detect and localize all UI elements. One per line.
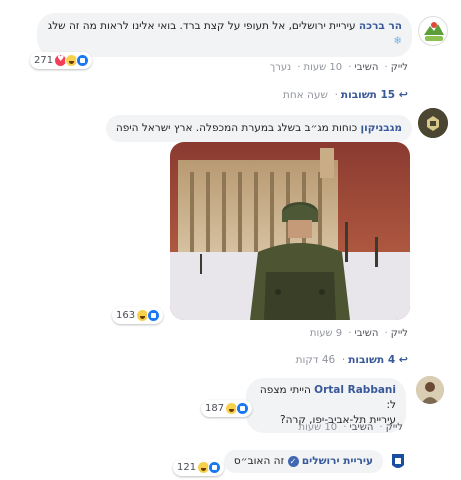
reply-link[interactable]: השיבי (349, 422, 373, 433)
reactions-summary[interactable]: 163 (112, 307, 164, 324)
comment-author[interactable]: הר ברכה (359, 20, 402, 32)
comment-actions: לייק· השיבי· 10 שעות· נערך (269, 62, 408, 73)
replies-count: 4 תשובות (348, 354, 396, 366)
replies-time: 46 דקות (295, 354, 336, 366)
comment-text: עיריית ירושלים, אל תעופי על קצת ברד. בוא… (47, 20, 356, 32)
comment-text: כוחות מג״ב בשלג במערת המכפלה. ארץ ישראל … (115, 122, 358, 134)
replies-time: שעה אחת (282, 89, 328, 101)
snow-soldier-photo (170, 142, 410, 320)
like-link[interactable]: לייק (386, 422, 403, 433)
comment-actions: לייק· השיבי· 9 שעות (309, 328, 408, 339)
like-icon (208, 461, 222, 474)
timestamp[interactable]: 10 שעות (299, 422, 338, 433)
reactions-summary[interactable]: 271 (30, 52, 93, 69)
like-link[interactable]: לייק (391, 62, 408, 73)
reaction-count: 121 (177, 462, 197, 473)
like-icon (147, 309, 161, 322)
comment-author[interactable]: עיריית ירושלים (302, 455, 373, 467)
reply-link[interactable]: השיבי (354, 62, 378, 73)
reply-arrow-icon: ↩ (398, 353, 408, 366)
reaction-count: 271 (34, 55, 54, 66)
replies-count: 15 תשובות (340, 89, 396, 101)
view-replies[interactable]: ↩ 4 תשובות· 46 דקות (296, 353, 408, 366)
comment-actions: לייק· השיבי· 10 שעות (298, 422, 403, 433)
police-emblem (418, 108, 448, 138)
comment-author[interactable]: Ortal Rabbani (314, 384, 396, 396)
reaction-count: 187 (205, 403, 225, 414)
comment-bubble: הר ברכה עיריית ירושלים, אל תעופי על קצת … (37, 13, 412, 57)
like-link[interactable]: לייק (391, 328, 408, 339)
profile-photo (416, 376, 444, 404)
comment-text: זה האוב״ס (233, 455, 285, 467)
reactions-summary[interactable]: 187 (201, 400, 253, 417)
view-replies[interactable]: ↩ 15 תשובות· שעה אחת (283, 88, 408, 101)
reply-link[interactable]: השיבי (354, 328, 378, 339)
har-bracha-logo (424, 22, 444, 41)
comment-bubble: עיריית ירושלים ✓ זה האוב״ס (223, 450, 383, 473)
avatar-ortal-rabbani[interactable] (416, 376, 444, 404)
reply-arrow-icon: ↩ (398, 88, 408, 101)
reactions-summary[interactable]: 121 (173, 459, 225, 476)
edited-label[interactable]: נערך (270, 62, 291, 73)
avatar-magavnikon[interactable] (418, 108, 448, 138)
timestamp[interactable]: 10 שעות (304, 62, 343, 73)
reaction-count: 163 (116, 310, 136, 321)
comment-author[interactable]: מגבניקון (361, 122, 402, 134)
comment-photo[interactable] (170, 142, 410, 320)
like-icon (76, 54, 90, 67)
jerusalem-emblem (392, 454, 404, 468)
comment-bubble: מגבניקון כוחות מג״ב בשלג במערת המכפלה. א… (105, 115, 412, 142)
snowflake-emoji: ❄ (393, 35, 402, 47)
like-icon (236, 402, 250, 415)
timestamp[interactable]: 9 שעות (310, 328, 342, 339)
avatar-har-bracha[interactable] (418, 16, 448, 46)
avatar-jerusalem-municipality[interactable] (388, 452, 408, 472)
verified-badge-icon: ✓ (287, 455, 299, 467)
